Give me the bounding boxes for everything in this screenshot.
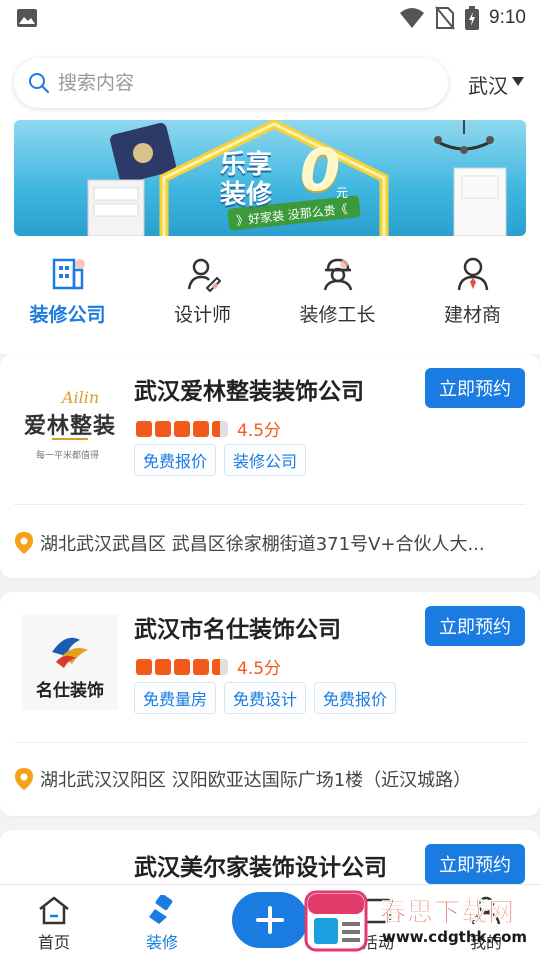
nav-home[interactable]: 首页	[0, 885, 108, 960]
no-sim-icon	[435, 6, 455, 30]
tag: 免费量房	[134, 682, 217, 714]
home-icon	[39, 896, 69, 925]
logo-text: 爱林整装	[24, 414, 117, 439]
company-name[interactable]: 武汉美尔家装饰设计公司	[134, 848, 387, 882]
tag: 免费报价	[134, 444, 217, 476]
category-tabs: 装修公司 设计师 装修工长 建材商	[0, 236, 540, 354]
nav-label: 首页	[37, 933, 70, 952]
category-label: 设计师	[173, 304, 231, 326]
tag: 免费报价	[314, 682, 397, 714]
rating-score: 4.5分	[237, 421, 282, 441]
address-text: 湖北武汉汉阳区 汉阳欧亚达国际广场1楼（近汉城路）	[40, 770, 472, 791]
star-icon	[174, 658, 190, 675]
half-star-icon	[212, 420, 228, 437]
banner-zero: 0	[300, 136, 341, 204]
company-address: 湖北武汉武昌区 武昌区徐家棚街道371号V+合伙人大...	[14, 530, 526, 556]
company-card[interactable]: 名仕装饰 武汉市名仕装饰公司 立即预约 4.5分 免费量房 免费设计 免费报价 …	[0, 592, 540, 816]
star-icon	[155, 658, 171, 675]
star-icon	[136, 420, 152, 437]
company-card[interactable]: Ailin 爱林整装 每一平米都值得 武汉爱林整装装饰公司 立即预约 4.5分 …	[0, 354, 540, 578]
search-icon	[29, 73, 49, 93]
tag-list: 免费量房 免费设计 免费报价	[134, 682, 397, 714]
star-rating: 4.5分	[136, 416, 281, 441]
brush-icon	[149, 895, 173, 924]
logo-script: Ailin	[62, 388, 100, 407]
category-decoration-company[interactable]: 装修公司	[0, 236, 135, 354]
search-bar[interactable]	[14, 58, 448, 108]
watermark-logo-icon	[304, 890, 368, 952]
wifi-icon	[400, 8, 425, 28]
logo-text: 名仕装饰	[36, 681, 104, 701]
company-name[interactable]: 武汉爱林整装装饰公司	[134, 372, 364, 406]
company-logo: 名仕装饰	[22, 614, 118, 710]
tag-list: 免费报价 装修公司	[134, 444, 307, 476]
company-address: 湖北武汉汉阳区 汉阳欧亚达国际广场1楼（近汉城路）	[14, 766, 526, 792]
book-now-button[interactable]: 立即预约	[425, 368, 525, 408]
tag: 免费设计	[224, 682, 307, 714]
star-icon	[193, 420, 209, 437]
battery-icon	[465, 6, 480, 30]
gallery-icon	[17, 9, 37, 27]
plus-icon	[256, 906, 284, 934]
watermark-url: www.cdgthk.com	[382, 928, 528, 946]
star-icon	[193, 658, 209, 675]
book-now-button[interactable]: 立即预约	[425, 606, 525, 646]
site-watermark: 春思下载网 www.cdgthk.com	[300, 888, 540, 960]
city-selector[interactable]: 武汉	[468, 70, 524, 99]
category-label: 建材商	[443, 304, 501, 326]
promo-banner[interactable]: 乐享 装修 0 元 》好家装 没那么贵《	[14, 120, 526, 236]
nav-label: 装修	[145, 933, 178, 952]
company-name[interactable]: 武汉市名仕装饰公司	[134, 610, 341, 644]
city-label: 武汉	[468, 74, 508, 98]
location-pin-icon	[15, 532, 33, 554]
divider	[14, 504, 526, 505]
foreman-icon	[323, 258, 352, 291]
search-input[interactable]	[58, 72, 418, 94]
category-designer[interactable]: 设计师	[135, 236, 270, 354]
status-time: 9:10	[489, 7, 526, 28]
status-bar: 9:10	[0, 0, 540, 36]
address-text: 湖北武汉武昌区 武昌区徐家棚街道371号V+合伙人大...	[40, 534, 485, 555]
watermark-title: 春思下载网	[380, 898, 516, 929]
merchant-icon	[457, 257, 488, 291]
logo-mark-icon	[52, 637, 88, 668]
star-icon	[136, 658, 152, 675]
header: 武汉 乐享 装修 0 元 》好家装 没那么贵《	[0, 36, 540, 236]
add-button[interactable]	[232, 892, 308, 948]
banner-unit: 元	[336, 186, 349, 200]
category-foreman[interactable]: 装修工长	[270, 236, 405, 354]
rating-score: 4.5分	[237, 659, 282, 679]
star-rating: 4.5分	[136, 654, 281, 679]
logo-line	[52, 438, 88, 440]
category-label: 装修公司	[29, 304, 106, 326]
company-logo: Ailin 爱林整装 每一平米都值得	[22, 376, 118, 472]
star-icon	[155, 420, 171, 437]
building-icon	[52, 258, 85, 290]
tag: 装修公司	[224, 444, 307, 476]
star-icon	[174, 420, 190, 437]
banner-title-line2: 装修	[220, 180, 273, 210]
location-pin-icon	[15, 768, 33, 790]
divider	[14, 742, 526, 743]
dropdown-caret-icon	[512, 77, 524, 86]
nav-decoration[interactable]: 装修	[108, 885, 216, 960]
logo-subtext: 每一平米都值得	[36, 451, 100, 461]
category-label: 装修工长	[299, 304, 376, 326]
book-now-button[interactable]: 立即预约	[425, 844, 525, 884]
category-merchant[interactable]: 建材商	[405, 236, 540, 354]
designer-icon	[187, 258, 221, 292]
half-star-icon	[212, 658, 228, 675]
